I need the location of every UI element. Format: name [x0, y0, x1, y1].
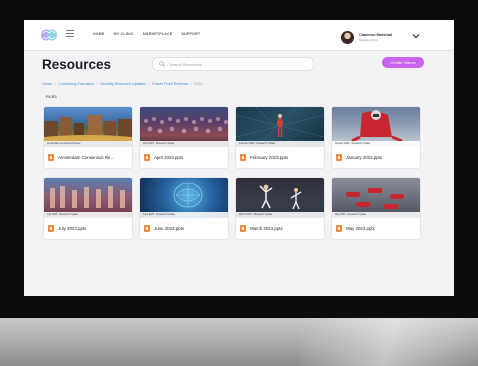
file-card-january-2023[interactable]: January 2023 · Research Update January 2… — [332, 107, 420, 168]
file-thumbnail: January 2023 · Research Update — [332, 107, 420, 147]
powerpoint-icon — [240, 154, 246, 161]
nav-support[interactable]: SUPPORT — [181, 32, 200, 36]
thumbnail-caption-bar: February 2023 · Research Update — [236, 141, 324, 147]
powerpoint-icon — [336, 154, 342, 161]
thumbnail-caption-bar: July 2023 · Research Update — [44, 212, 132, 218]
avatar[interactable] — [341, 31, 354, 44]
breadcrumb-separator: / — [54, 82, 56, 86]
page-title: Resources — [42, 57, 112, 72]
breadcrumb-home[interactable]: Home — [42, 82, 52, 86]
thumbnail-caption-bar: March 2023 · Research Update — [236, 212, 324, 218]
thumbnail-caption: Amsterdam Consensus Review — [47, 142, 81, 146]
main-nav: HOME MY CLINIC MARKETPLACE SUPPORT — [93, 32, 200, 36]
file-name: February 2023.pptx — [250, 155, 289, 161]
file-thumbnail: March 2023 · Research Update — [236, 178, 324, 218]
search-input[interactable]: Search Resources — [152, 57, 314, 71]
file-thumbnail: Amsterdam Consensus Review — [44, 107, 132, 147]
thumbnail-caption: May 2023 · Research Update — [335, 213, 367, 217]
file-card-march-2023[interactable]: March 2023 · Research Update March 2023.… — [236, 178, 324, 239]
laptop-scene: HOME MY CLINIC MARKETPLACE SUPPORT Camer… — [0, 0, 478, 366]
file-card-april-2023[interactable]: April 2023 · Research Update April 2023.… — [140, 107, 228, 168]
create-videos-label: Create Videos — [390, 60, 416, 66]
thumbnail-caption: April 2023 · Research Update — [143, 142, 175, 146]
top-navigation-bar: HOME MY CLINIC MARKETPLACE SUPPORT Camer… — [24, 20, 454, 51]
file-name: April 2023.pptx — [154, 155, 184, 161]
create-videos-button[interactable]: Create Videos — [382, 57, 424, 68]
powerpoint-icon — [48, 225, 54, 232]
file-thumbnail: July 2023 · Research Update — [44, 178, 132, 218]
breadcrumb-power-point-reviews[interactable]: Power Point Reviews — [152, 82, 188, 86]
thumbnail-caption-bar: January 2023 · Research Update — [332, 141, 420, 147]
user-clinic: Sample Clinic — [359, 38, 378, 42]
file-thumbnail: May 2023 · Research Update — [332, 178, 420, 218]
laptop-bezel-left — [0, 0, 24, 300]
thumbnail-caption: March 2023 · Research Update — [239, 213, 273, 217]
search-icon — [159, 61, 165, 67]
nav-marketplace[interactable]: MARKETPLACE — [143, 32, 173, 36]
breadcrumb-separator: / — [190, 82, 192, 86]
powerpoint-icon — [144, 154, 150, 161]
file-thumbnail: June 2023 · Research Update — [140, 178, 228, 218]
file-card-february-2023[interactable]: February 2023 · Research Update February… — [236, 107, 324, 168]
laptop-bezel-top — [0, 0, 478, 20]
file-name: Amsterdam Consensus Re... — [58, 155, 115, 161]
file-name: May 2023.pptx — [346, 226, 375, 232]
file-card-july-2023[interactable]: July 2023 · Research Update July 2023.pp… — [44, 178, 132, 239]
thumbnail-caption-bar: June 2023 · Research Update — [140, 212, 228, 218]
file-card-amsterdam[interactable]: Amsterdam Consensus Review Amsterdam Con… — [44, 107, 132, 168]
thumbnail-caption: January 2023 · Research Update — [335, 142, 371, 146]
file-thumbnail: April 2023 · Research Update — [140, 107, 228, 147]
breadcrumb-separator: / — [96, 82, 98, 86]
brain-logo-icon[interactable] — [40, 27, 58, 43]
thumbnail-caption: July 2023 · Research Update — [47, 213, 78, 217]
laptop-bezel-right — [454, 0, 478, 300]
chevron-down-icon[interactable] — [412, 33, 420, 39]
thumbnail-caption-bar: Amsterdam Consensus Review — [44, 141, 132, 147]
breadcrumb-separator: / — [148, 82, 150, 86]
thumbnail-caption: June 2023 · Research Update — [143, 213, 175, 217]
thumbnail-caption-bar: April 2023 · Research Update — [140, 141, 228, 147]
search-placeholder: Search Resources — [169, 61, 202, 67]
file-card-may-2023[interactable]: May 2023 · Research Update May 2023.pptx — [332, 178, 420, 239]
nav-my-clinic[interactable]: MY CLINIC — [114, 32, 134, 36]
nav-home[interactable]: HOME — [93, 32, 105, 36]
thumbnail-caption: February 2023 · Research Update — [239, 142, 276, 146]
breadcrumb-continuing-education[interactable]: Continuing Education — [58, 82, 94, 86]
breadcrumb: Home / Continuing Education / Monthly Re… — [42, 82, 203, 86]
breadcrumb-current-year: 2023 — [194, 82, 203, 86]
powerpoint-icon — [240, 225, 246, 232]
file-name: June 2023.pptx — [154, 226, 185, 232]
user-name: Cameron Marshall — [359, 33, 392, 37]
laptop-bezel-bottom — [0, 296, 478, 318]
menu-icon[interactable] — [66, 30, 74, 38]
file-card-june-2023[interactable]: June 2023 · Research Update June 2023.pp… — [140, 178, 228, 239]
powerpoint-icon — [144, 225, 150, 232]
thumbnail-caption-bar: May 2023 · Research Update — [332, 212, 420, 218]
app-screen: HOME MY CLINIC MARKETPLACE SUPPORT Camer… — [24, 20, 454, 296]
breadcrumb-monthly-research-updates[interactable]: Monthly Research Updates — [100, 82, 146, 86]
powerpoint-icon — [48, 154, 54, 161]
file-thumbnail: February 2023 · Research Update — [236, 107, 324, 147]
powerpoint-icon — [336, 225, 342, 232]
file-name: July 2023.pptx — [58, 226, 87, 232]
file-name: January 2023.pptx — [346, 155, 383, 161]
files-section-label: FILES — [46, 95, 57, 99]
laptop-base-reflection — [300, 318, 478, 366]
file-name: March 2023.pptx — [250, 226, 283, 232]
